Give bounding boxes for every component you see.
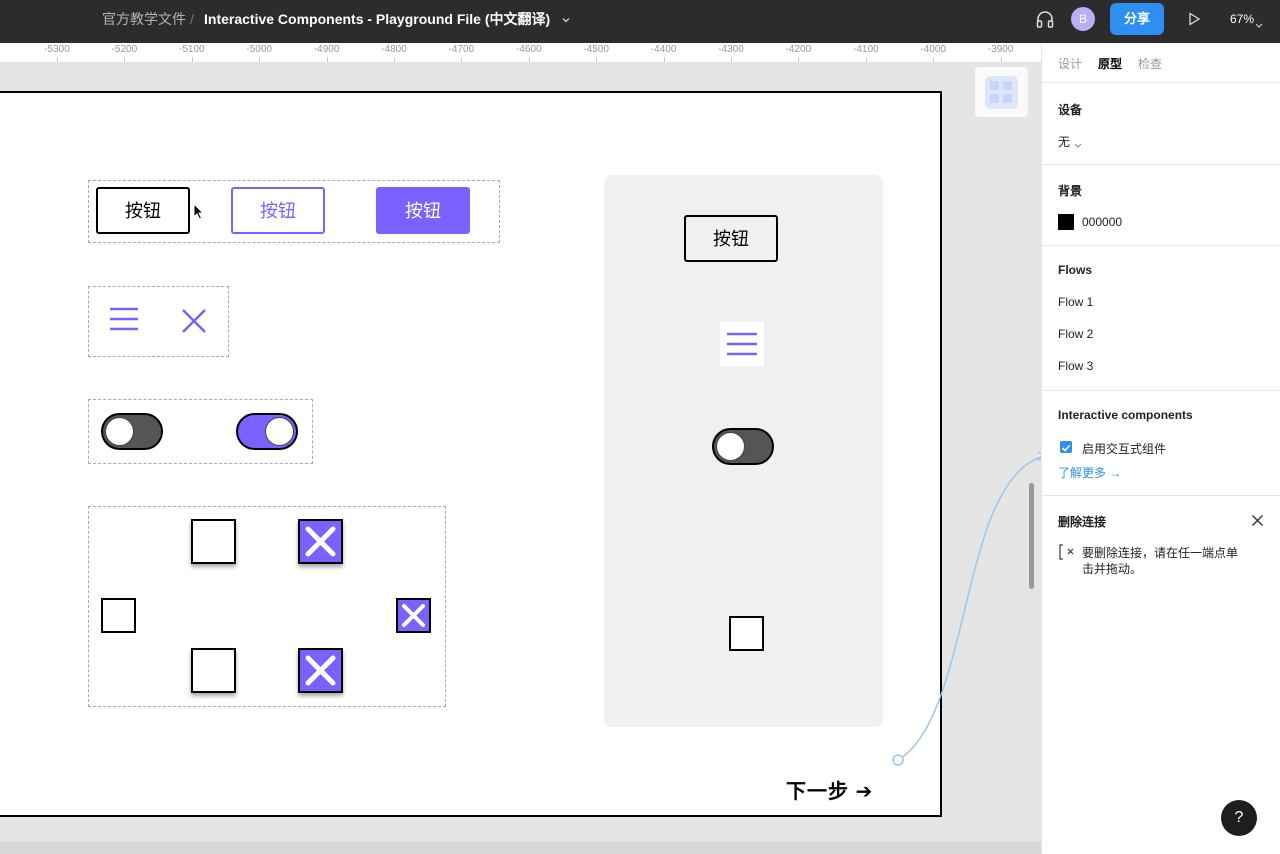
toggle-off[interactable] xyxy=(101,413,163,450)
properties-panel: 设计 原型 检查 设备 无 背景 000000 Flows Flow 1 Flo… xyxy=(1041,43,1280,854)
checkbox-checked[interactable] xyxy=(396,598,431,633)
divider xyxy=(1042,82,1280,83)
checkbox-unchecked-pressed[interactable] xyxy=(191,648,236,693)
enable-interactive-label[interactable]: 启用交互式组件 xyxy=(1082,440,1166,457)
delete-connection-hint: 要删除连接，请在任一端点单击并拖动。 xyxy=(1082,546,1239,576)
x-mark-icon xyxy=(402,604,425,627)
next-step-link[interactable]: 下一步 ➔ xyxy=(786,775,873,804)
help-button[interactable]: ? xyxy=(1221,800,1257,836)
interactive-section-title: Interactive components xyxy=(1058,408,1193,422)
ruler-tick-label: -4900 xyxy=(313,44,340,55)
prototype-frame[interactable]: 按钮 按钮 按钮 按钮 下一步 ➔ xyxy=(0,91,942,817)
ruler-tick-label: -4500 xyxy=(583,44,609,55)
flows-section-title: Flows xyxy=(1058,263,1093,277)
ruler-tick-label: -5000 xyxy=(246,44,272,55)
chevron-down-icon[interactable] xyxy=(1074,136,1082,154)
horizontal-ruler: -5300 -5200 -5100 -5000 -4900 -4800 -4700 -4600… xyxy=(0,43,1041,63)
ruler-tick-label: -4700 xyxy=(448,44,475,55)
plugin-widget[interactable] xyxy=(975,67,1028,117)
ruler-tick-label: -4800 xyxy=(381,44,407,55)
tab-inspect[interactable]: 检查 xyxy=(1138,55,1162,72)
ruler-tick-label: -4000 xyxy=(920,44,946,55)
cursor-icon xyxy=(192,202,206,226)
ruler-tick-label: -5200 xyxy=(111,44,138,55)
checkbox-unchecked-raised[interactable] xyxy=(191,519,236,564)
ruler-tick-label: -4100 xyxy=(853,44,879,55)
ruler-tick-label: -3900 xyxy=(987,44,1014,55)
button-default[interactable]: 按钮 xyxy=(96,187,190,234)
chevron-down-icon[interactable] xyxy=(1255,16,1263,34)
ruler-tick-label: -4300 xyxy=(718,44,744,55)
preview-button[interactable]: 按钮 xyxy=(684,215,778,262)
checkbox-unchecked[interactable] xyxy=(101,598,136,633)
avatar[interactable]: B xyxy=(1071,7,1095,31)
design-canvas[interactable]: 按钮 按钮 按钮 按钮 下一步 ➔ xyxy=(0,63,1041,854)
button-pressed[interactable]: 按钮 xyxy=(376,187,470,234)
x-mark-icon xyxy=(305,655,336,686)
share-button[interactable]: 分享 xyxy=(1110,3,1164,35)
play-icon[interactable] xyxy=(1187,12,1201,31)
color-swatch[interactable] xyxy=(1058,214,1074,230)
divider xyxy=(1042,245,1280,246)
close-icon[interactable] xyxy=(181,308,207,339)
grid-icon xyxy=(985,76,1018,109)
checkbox-checked-pressed[interactable] xyxy=(298,648,343,693)
headphones-icon[interactable] xyxy=(1035,9,1055,34)
divider xyxy=(1042,164,1280,165)
ruler-tick-label: -4400 xyxy=(650,44,677,55)
background-section-title: 背景 xyxy=(1058,184,1083,198)
divider xyxy=(1042,390,1280,391)
tab-design[interactable]: 设计 xyxy=(1058,55,1082,72)
checkbox-checked-raised[interactable] xyxy=(298,519,343,564)
disconnect-icon xyxy=(1058,544,1078,565)
divider xyxy=(1042,495,1280,496)
zoom-level[interactable]: 67% xyxy=(1230,0,1254,38)
flow-item[interactable]: Flow 3 xyxy=(1058,359,1093,373)
x-mark-icon xyxy=(305,526,336,557)
close-icon[interactable] xyxy=(1251,514,1264,532)
ruler-tick-label: -4200 xyxy=(785,44,812,55)
learn-more-link[interactable]: 了解更多 → xyxy=(1058,464,1121,481)
checkmark-icon xyxy=(1061,444,1071,452)
hamburger-menu-icon[interactable] xyxy=(108,306,140,337)
delete-connection-title: 删除连接 xyxy=(1058,515,1107,529)
ruler-tick-label: -4600 xyxy=(516,44,542,55)
ruler-tick-label: -5100 xyxy=(179,44,205,55)
breadcrumb-parent[interactable]: 官方教学文件 xyxy=(102,0,186,43)
button-hover[interactable]: 按钮 xyxy=(231,187,325,234)
toggle-knob xyxy=(265,417,294,446)
ruler-tick-label: -5300 xyxy=(44,44,70,55)
hamburger-menu-icon xyxy=(727,332,757,356)
preview-toggle[interactable] xyxy=(712,428,774,465)
device-select[interactable]: 无 xyxy=(1058,133,1070,150)
preview-panel[interactable]: 按钮 xyxy=(604,175,883,727)
tab-prototype[interactable]: 原型 xyxy=(1098,55,1122,72)
toggle-knob xyxy=(716,432,745,461)
flow-item[interactable]: Flow 1 xyxy=(1058,295,1093,309)
file-name[interactable]: Interactive Components - Playground File… xyxy=(204,0,550,43)
chevron-down-icon[interactable] xyxy=(560,13,572,31)
flow-item[interactable]: Flow 2 xyxy=(1058,327,1093,341)
breadcrumb-separator: / xyxy=(190,11,194,27)
toggle-on[interactable] xyxy=(236,413,298,450)
preview-menu-icon[interactable] xyxy=(720,322,764,366)
preview-checkbox[interactable] xyxy=(729,616,764,651)
enable-interactive-checkbox[interactable] xyxy=(1060,441,1072,453)
checkbox-variants[interactable] xyxy=(88,506,446,707)
device-section-title: 设备 xyxy=(1058,103,1083,117)
top-toolbar: 官方教学文件 / Interactive Components - Playgr… xyxy=(0,0,1280,43)
toggle-knob xyxy=(105,417,134,446)
canvas-scrollbar[interactable] xyxy=(1029,483,1034,589)
background-hex-input[interactable]: 000000 xyxy=(1082,215,1122,229)
canvas-bottom-edge xyxy=(0,842,1041,854)
